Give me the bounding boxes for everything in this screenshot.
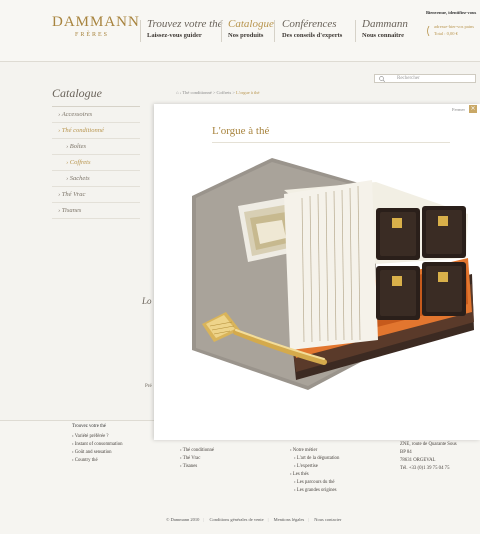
nav-item-trouvez[interactable]: Trouvez votre thé Laissez-vous guider [147,18,223,39]
brand-logo[interactable]: DAMMANN FRÈRES [52,14,140,38]
footer-link-label: Thé conditionné [182,448,215,453]
footer-link-contact[interactable]: Nous contacter [314,517,341,522]
nav-item-sub: Nous connaître [362,32,404,39]
nav-divider [140,20,141,42]
sidebar-item-sachets[interactable]: › Sachets [52,171,140,187]
footer-link[interactable]: › Les parcours du thé [290,479,339,487]
footer-col-title: Trouvez votre thé [72,424,106,429]
footer-link[interactable]: › L'expertise [290,463,339,471]
nav-item-sub: Nos produits [228,32,264,39]
footer-link[interactable]: › Les thés [290,471,339,479]
footer-link-label: Les grandes origines [296,488,337,493]
sidebar-item-label: Thé conditionné [61,127,104,134]
footer-link-label: Notre métier [292,448,318,453]
nav-divider [355,20,356,42]
footer-link[interactable]: › L'art de la dégustation [290,455,339,463]
brand-name: DAMMANN [52,14,140,30]
footer-link[interactable]: › Variété préférée ? [72,433,123,441]
nav-item-dammann[interactable]: Dammann Nous connaître [362,18,408,39]
address-line: 78631 ORGEVAL [400,458,436,463]
obscured-heading: Lo [142,296,152,306]
footer-link-label: Variété préférée ? [74,434,109,439]
footer-link[interactable]: › Les grandes origines [290,487,339,495]
footer-link[interactable]: › Notre métier [290,447,339,455]
footer-link-label: Les thés [292,472,309,477]
home-icon[interactable]: ⌂ [176,90,179,95]
obscured-text: Pré [145,384,152,389]
footer-link[interactable]: › Instant of consommation [72,441,123,449]
footer-link-label: Instant of consommation [74,442,123,447]
search-icon [379,76,385,82]
close-label[interactable]: Fermer [452,107,465,112]
divider [212,142,450,143]
organ-panel [284,180,378,350]
close-icon[interactable]: × [469,105,477,113]
nav-item-title: Conférences [282,18,337,30]
footer-link-label: Les parcours du thé [296,480,335,485]
nav-item-title: Trouvez votre thé [147,18,223,30]
cart-icon [427,26,430,36]
nav-item-sub: Laissez-vous guider [147,32,202,39]
footer-link-label: Country thé [74,458,98,463]
footer-link-label: L'art de la dégustation [296,456,340,461]
footer-link-label: L'expertise [296,464,318,469]
sidebar-item-label: Accessoires [61,111,93,118]
footer-bottom: © Dammann 2010 | Conditions générales de … [166,517,342,522]
footer-link-mentions[interactable]: Mentions légales [274,517,305,522]
sidebar-item-the-conditionne[interactable]: › Thé conditionné [52,123,140,139]
search-input[interactable]: Rechercher [374,74,476,83]
footer-col-address: ZNE, route de Quarante Sous BP 84 78631 … [400,441,457,473]
sidebar-item-tisanes[interactable]: › Tisanes [52,203,140,219]
address-line: ZNE, route de Quarante Sous [400,442,457,447]
nav-divider [274,20,275,42]
sidebar-item-label: Sachets [69,175,90,182]
footer-link[interactable]: › Tisanes [180,463,214,471]
search-placeholder: Rechercher [397,76,420,81]
footer-link-label: Tisanes [182,464,198,469]
footer-link-label: Thé Vrac [182,456,201,461]
nav-item-title: Catalogue [228,18,274,30]
breadcrumb-path[interactable]: Thé conditionné > Coffrets > [182,90,236,95]
address-line: BP 84 [400,450,412,455]
header: DAMMANN FRÈRES Trouvez votre thé Laissez… [0,0,480,62]
footer-link[interactable]: › Country thé [72,457,123,465]
sidebar: Catalogue › Accessoires › Thé conditionn… [52,86,140,219]
footer-link[interactable]: › Thé conditionné [180,447,214,455]
sidebar-title: Catalogue [52,86,140,107]
account-title: Bienvenue, identifiez-vous [426,10,477,15]
footer-link-label: Goût and sensation [74,450,112,455]
breadcrumb-current: L'orgue à thé [235,90,260,95]
cart-total: Total : 0,00 € [434,31,458,36]
nav-item-catalogue[interactable]: Catalogue Nos produits [228,18,274,39]
footer-col-catalogue: › Thé conditionné › Thé Vrac › Tisanes [180,447,214,471]
nav-item-conferences[interactable]: Conférences Des conseils d'experts [282,18,342,39]
nav-item-sub: Des conseils d'experts [282,32,343,39]
address-line: Tél. +33 (0)1 39 75 04 75 [400,466,450,471]
footer-col-dammann: › Notre métier › L'art de la dégustation… [290,447,339,495]
sidebar-item-boites[interactable]: › Boîtes [52,139,140,155]
copyright: © Dammann 2010 [166,517,200,522]
footer-link-cgv[interactable]: Conditions générales de vente [209,517,263,522]
product-image [192,158,474,390]
sidebar-item-label: Boîtes [69,143,87,150]
cart-line: adresse-hier-vos pains [434,24,475,29]
footer-col-trouvez: Trouvez votre thé › Variété préférée ? ›… [72,423,123,465]
brand-sub: FRÈRES [74,32,109,38]
sidebar-item-the-vrac[interactable]: › Thé Vrac [52,187,140,203]
footer-link[interactable]: › Thé Vrac [180,455,214,463]
footer-link[interactable]: › Goût and sensation [72,449,123,457]
nav-item-title: Dammann [362,18,408,30]
sidebar-item-accessoires[interactable]: › Accessoires [52,107,140,123]
breadcrumb: ⌂ › Thé conditionné > Coffrets > L'orgue… [176,90,260,95]
nav-divider [221,20,222,42]
account-panel[interactable]: Bienvenue, identifiez-vous adresse-hier-… [426,10,480,50]
sidebar-item-label: Thé Vrac [61,191,86,198]
sidebar-item-label: Tisanes [61,207,82,214]
sidebar-item-label: Coffrets [69,159,91,166]
product-title: L'orgue à thé [212,125,270,137]
page: DAMMANN FRÈRES Trouvez votre thé Laissez… [0,0,480,534]
sidebar-item-coffrets[interactable]: › Coffrets [52,155,140,171]
